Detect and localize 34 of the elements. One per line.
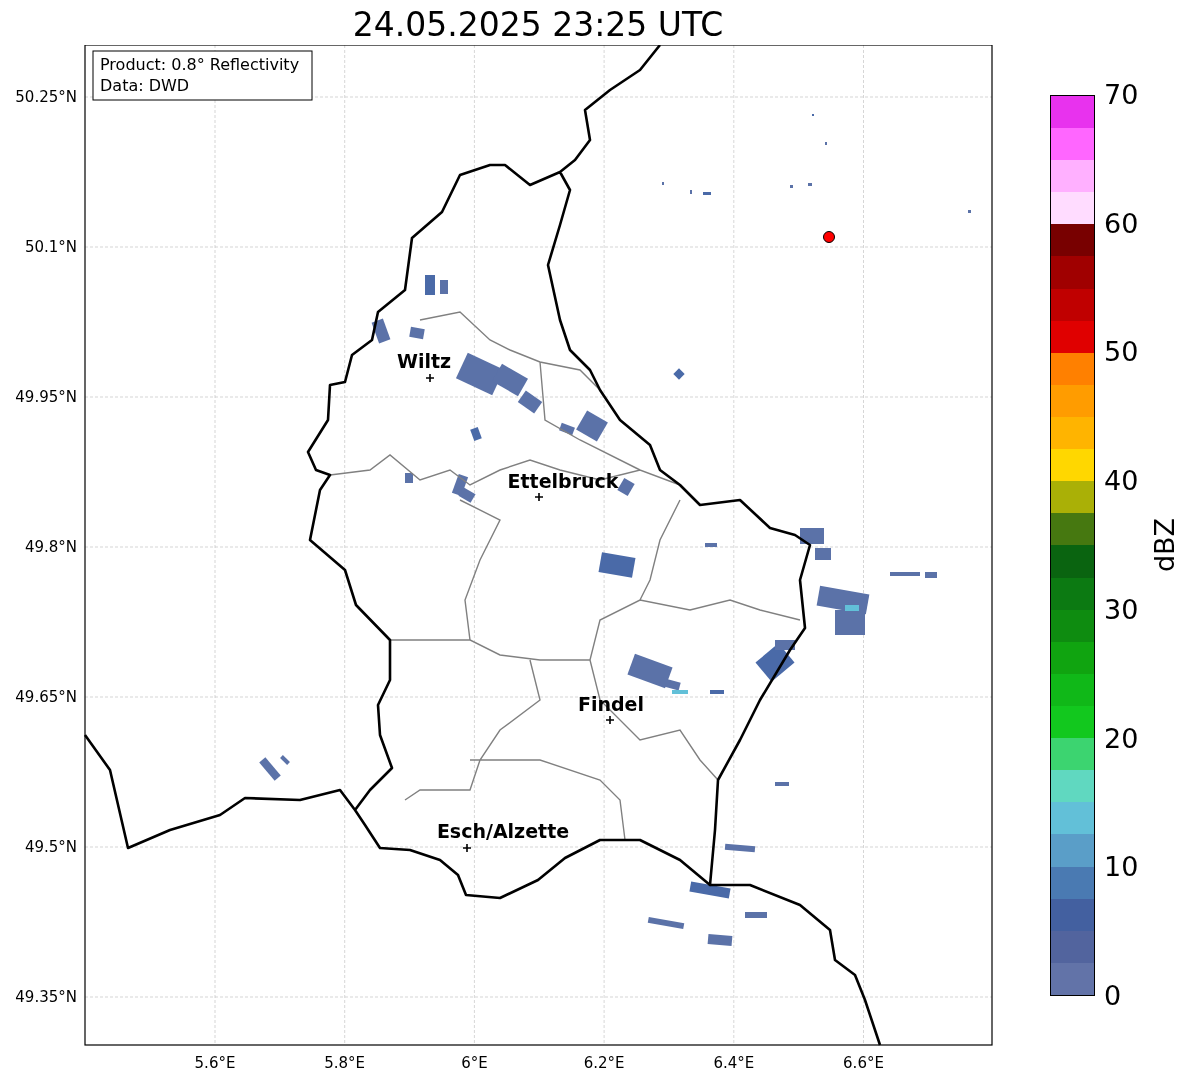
location-dot (823, 231, 835, 243)
latitude-label: 49.8°N (24, 538, 77, 556)
colorbar-tick-label: 0 (1104, 981, 1122, 1011)
latitude-label: 50.25°N (15, 88, 77, 106)
longitude-label: 6.6°E (843, 1054, 884, 1072)
latitude-label: 49.95°N (15, 388, 77, 406)
colorbar-tick-label: 70 (1104, 80, 1139, 110)
longitude-label: 5.6°E (194, 1054, 236, 1072)
city-label: Findel (578, 693, 644, 715)
city-marker (462, 843, 472, 853)
city-label: Esch/Alzette (436, 820, 570, 842)
colorbar-tick-label: 20 (1104, 723, 1139, 754)
chart-title: 24.05.2025 23:25 UTC (352, 5, 724, 45)
colorbar-tick-label: 30 (1104, 594, 1139, 625)
colorbar-tick-label: 50 (1104, 337, 1139, 368)
legend-text: Product: 0.8° Reflectivity (100, 55, 300, 74)
longitude-label: 6.2°E (583, 1054, 625, 1072)
latitude-label: 50.1°N (24, 238, 77, 256)
city-marker (534, 492, 544, 502)
longitude-label: 6.4°E (713, 1054, 755, 1072)
latitude-label: 49.35°N (15, 988, 77, 1006)
legend-text: Data: DWD (100, 76, 190, 95)
colorbar-tick-label: 40 (1104, 466, 1139, 497)
colorbar-tick-label: 60 (1104, 208, 1139, 239)
colorbar-tick-label: 10 (1104, 852, 1139, 883)
city-label: Wiltz (396, 350, 452, 372)
colorbar-label: dBZ (1150, 517, 1181, 573)
city-marker (605, 715, 615, 725)
latitude-label: 49.5°N (24, 838, 77, 856)
longitude-label: 5.8°E (324, 1054, 366, 1072)
city-label: Ettelbruck (507, 470, 619, 492)
city-marker (425, 373, 435, 383)
latitude-label: 49.65°N (15, 688, 77, 706)
longitude-label: 6°E (461, 1054, 488, 1072)
